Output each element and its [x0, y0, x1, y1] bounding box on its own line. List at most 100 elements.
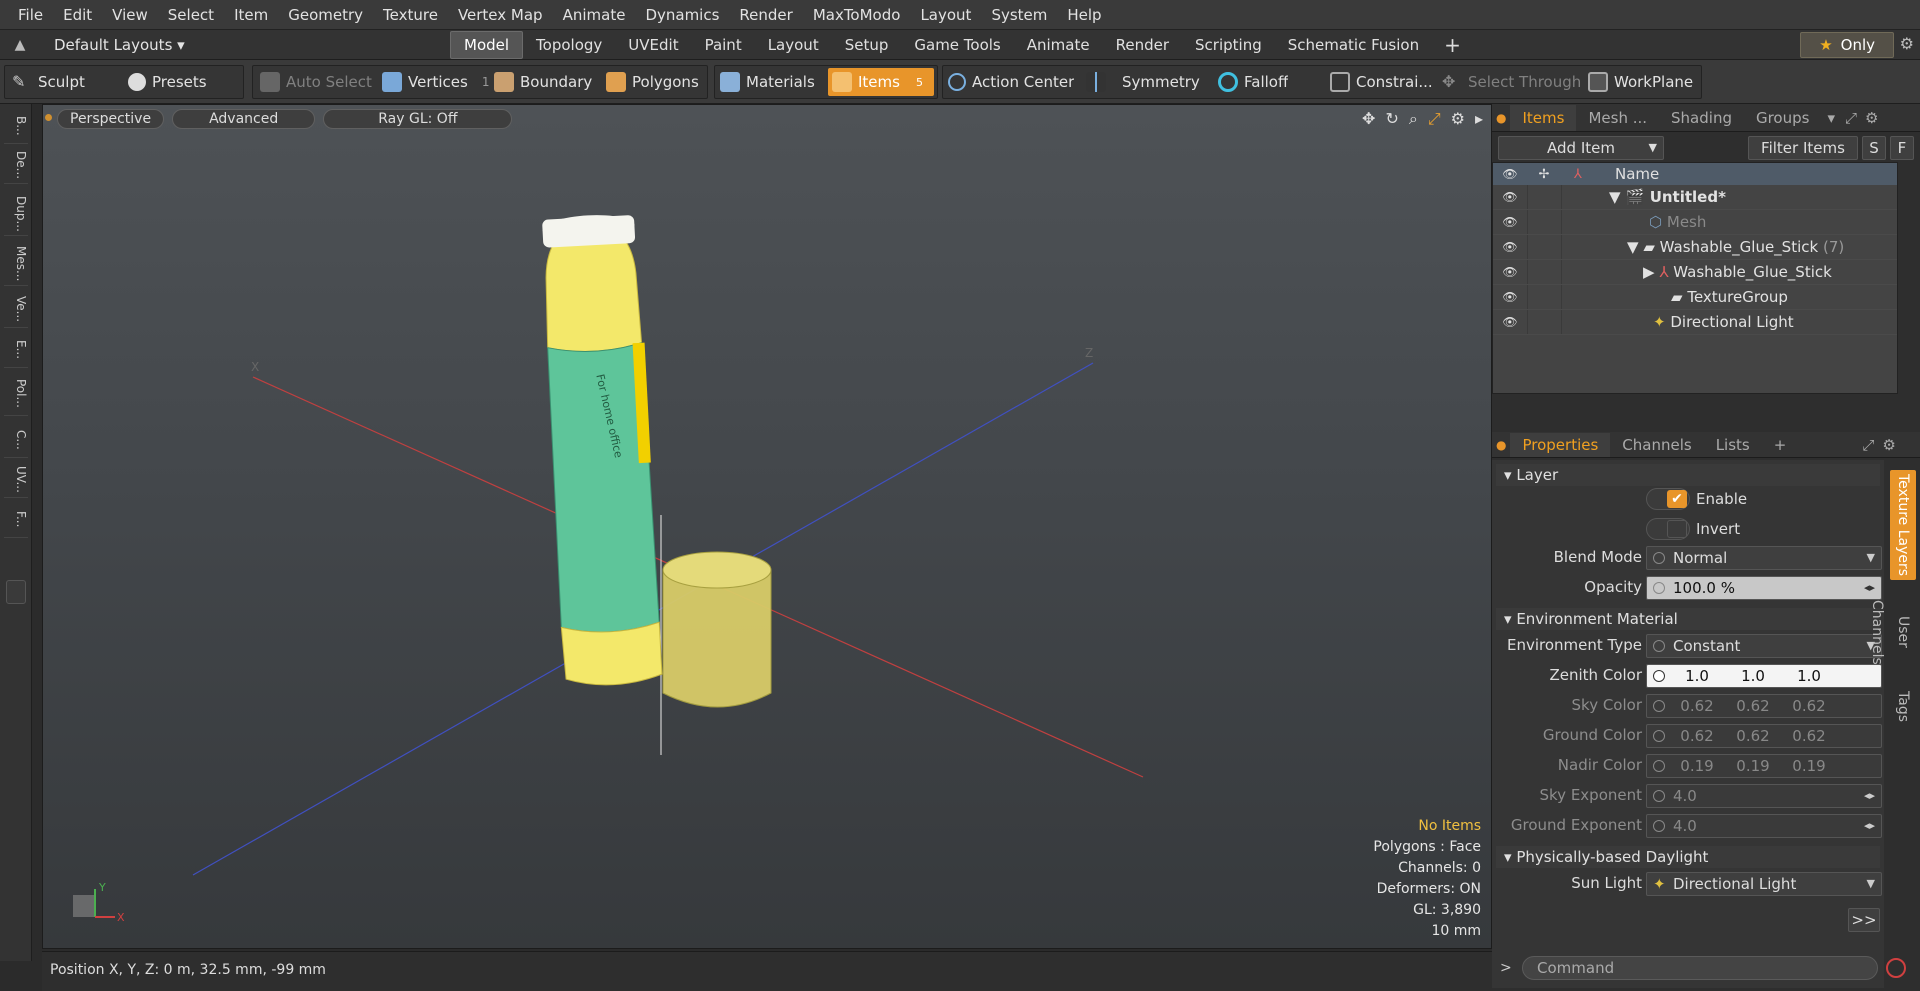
panel-gear-icon[interactable]: ⚙: [1861, 109, 1882, 127]
tab-layout[interactable]: Layout: [755, 32, 832, 58]
items-button[interactable]: Items 5: [828, 68, 934, 96]
tree-row-mesh[interactable]: 👁 ⬡ Mesh: [1493, 210, 1897, 235]
polygons-button[interactable]: Polygons: [606, 68, 699, 96]
add-props-tab-button[interactable]: +: [1762, 436, 1799, 454]
menu-animate[interactable]: Animate: [553, 0, 636, 30]
eye-icon[interactable]: 👁: [1493, 315, 1527, 329]
side-tab-tags[interactable]: Tags: [1890, 684, 1916, 728]
sky-color-field[interactable]: 0.62 0.62 0.62: [1646, 694, 1882, 718]
f-button[interactable]: F: [1890, 136, 1914, 160]
tab-shading[interactable]: Shading: [1659, 109, 1744, 127]
more-button[interactable]: >>: [1848, 908, 1880, 932]
auto-select-button[interactable]: Auto Select: [260, 68, 372, 96]
tree-row-untitled[interactable]: 👁 ▼ 🎬 Untitled*: [1493, 185, 1897, 210]
ground-color-field[interactable]: 0.62 0.62 0.62: [1646, 724, 1882, 748]
3d-viewport[interactable]: Perspective Advanced Ray GL: Off ✥ ↻ ⌕ ⤢…: [42, 104, 1492, 949]
panel-expand-icon[interactable]: ⤢: [1841, 109, 1861, 127]
enable-checkbox[interactable]: ✔: [1646, 488, 1690, 510]
only-button[interactable]: ★ Only: [1800, 32, 1894, 58]
collapse-icon[interactable]: ▶: [1643, 263, 1655, 281]
menu-render[interactable]: Render: [729, 0, 802, 30]
tab-topology[interactable]: Topology: [523, 32, 615, 58]
left-tab-basic[interactable]: B...: [4, 108, 28, 144]
presets-button[interactable]: Presets: [128, 68, 207, 96]
section-daylight[interactable]: ▾ Physically-based Daylight: [1496, 846, 1880, 868]
tab-items[interactable]: Items: [1510, 104, 1577, 131]
eye-icon[interactable]: 👁: [1493, 265, 1527, 279]
left-tab-deform[interactable]: De...: [4, 148, 28, 184]
eye-icon[interactable]: 👁: [1493, 290, 1527, 304]
select-through-button[interactable]: ✥ Select Through: [1442, 68, 1581, 96]
section-layer[interactable]: ▾ Layer: [1496, 464, 1880, 486]
menu-edit[interactable]: Edit: [53, 0, 102, 30]
eye-icon[interactable]: 👁: [1493, 190, 1527, 204]
name-column-header[interactable]: Name: [1595, 165, 1659, 183]
menu-texture[interactable]: Texture: [373, 0, 448, 30]
tab-game-tools[interactable]: Game Tools: [901, 32, 1013, 58]
tab-channels[interactable]: Channels: [1610, 436, 1703, 454]
slider-arrows-icon[interactable]: ◂▸: [1864, 577, 1875, 599]
menu-system[interactable]: System: [981, 0, 1057, 30]
sun-light-dropdown[interactable]: ✦ Directional Light ▼: [1646, 872, 1882, 896]
ground-exponent-field[interactable]: 4.0 ◂▸: [1646, 814, 1882, 838]
zenith-g[interactable]: 1.0: [1733, 665, 1773, 687]
s-button[interactable]: S: [1862, 136, 1886, 160]
workplane-button[interactable]: WorkPlane: [1588, 68, 1693, 96]
tab-scripting[interactable]: Scripting: [1182, 32, 1275, 58]
menu-geometry[interactable]: Geometry: [278, 0, 373, 30]
visibility-column-icon[interactable]: 👁: [1493, 167, 1527, 181]
menu-maxtomodo[interactable]: MaxToModo: [803, 0, 911, 30]
menu-vertex-map[interactable]: Vertex Map: [448, 0, 553, 30]
menu-item[interactable]: Item: [224, 0, 278, 30]
axis-column-icon[interactable]: ⅄: [1561, 167, 1595, 182]
tree-row-glue-stick-group[interactable]: 👁 ▼ ▰ Washable_Glue_Stick (7): [1493, 235, 1897, 260]
tree-row-texture-group[interactable]: 👁 ▰ TextureGroup: [1493, 285, 1897, 310]
menu-dynamics[interactable]: Dynamics: [635, 0, 729, 30]
command-input[interactable]: Command: [1522, 956, 1878, 980]
menu-help[interactable]: Help: [1057, 0, 1111, 30]
sky-exponent-field[interactable]: 4.0 ◂▸: [1646, 784, 1882, 808]
eye-icon[interactable]: 👁: [1493, 215, 1527, 229]
tab-animate[interactable]: Animate: [1014, 32, 1103, 58]
props-gear-icon[interactable]: ⚙: [1878, 436, 1899, 454]
menu-select[interactable]: Select: [158, 0, 224, 30]
add-tab-button[interactable]: +: [1432, 33, 1473, 57]
left-tab-curve[interactable]: C...: [4, 422, 28, 458]
tabs-dropdown-icon[interactable]: ▾: [1821, 109, 1841, 127]
default-layouts-dropdown[interactable]: Default Layouts ▾: [40, 36, 450, 54]
tab-lists[interactable]: Lists: [1704, 436, 1762, 454]
opacity-field[interactable]: 100.0 % ◂▸: [1646, 576, 1882, 600]
symmetry-button[interactable]: Symmetry: [1086, 68, 1200, 96]
left-tab-mesh[interactable]: Mes...: [4, 242, 28, 286]
tab-properties[interactable]: Properties: [1510, 432, 1611, 457]
tree-row-glue-stick-locator[interactable]: 👁 ▶ ⅄ Washable_Glue_Stick: [1493, 260, 1897, 285]
filter-items-button[interactable]: Filter Items: [1748, 136, 1858, 160]
menu-layout[interactable]: Layout: [910, 0, 981, 30]
invert-checkbox[interactable]: [1646, 518, 1690, 540]
collapse-arrow-icon[interactable]: ▲: [0, 37, 40, 53]
left-tab-edge[interactable]: E...: [4, 332, 28, 368]
left-tab-duplicate[interactable]: Dup...: [4, 192, 28, 236]
menu-file[interactable]: File: [8, 0, 53, 30]
tab-setup[interactable]: Setup: [832, 32, 902, 58]
env-type-dropdown[interactable]: Constant ▼: [1646, 634, 1882, 658]
left-tab-polygon[interactable]: Pol...: [4, 372, 28, 416]
tab-uvedit[interactable]: UVEdit: [615, 32, 691, 58]
section-environment-material[interactable]: ▾ Environment Material: [1496, 608, 1880, 630]
color-swatch-icon[interactable]: [1653, 670, 1665, 682]
blend-mode-dropdown[interactable]: Normal ▼: [1646, 546, 1882, 570]
vertices-button[interactable]: Vertices 1: [382, 68, 489, 96]
lock-column-icon[interactable]: ✢: [1527, 167, 1561, 182]
side-tab-texture-layers[interactable]: Texture Layers: [1890, 470, 1916, 580]
record-icon[interactable]: [1886, 958, 1906, 978]
side-tab-user-channels[interactable]: User Channels: [1869, 584, 1916, 680]
zenith-b[interactable]: 1.0: [1789, 665, 1829, 687]
nadir-color-field[interactable]: 0.19 0.19 0.19: [1646, 754, 1882, 778]
tab-groups[interactable]: Groups: [1744, 109, 1821, 127]
expand-icon[interactable]: ▼: [1609, 188, 1621, 206]
left-tab-fusion[interactable]: F...: [4, 502, 28, 538]
expand-icon[interactable]: ▼: [1627, 238, 1639, 256]
boundary-button[interactable]: Boundary: [494, 68, 592, 96]
tab-schematic-fusion[interactable]: Schematic Fusion: [1275, 32, 1432, 58]
tab-paint[interactable]: Paint: [692, 32, 755, 58]
